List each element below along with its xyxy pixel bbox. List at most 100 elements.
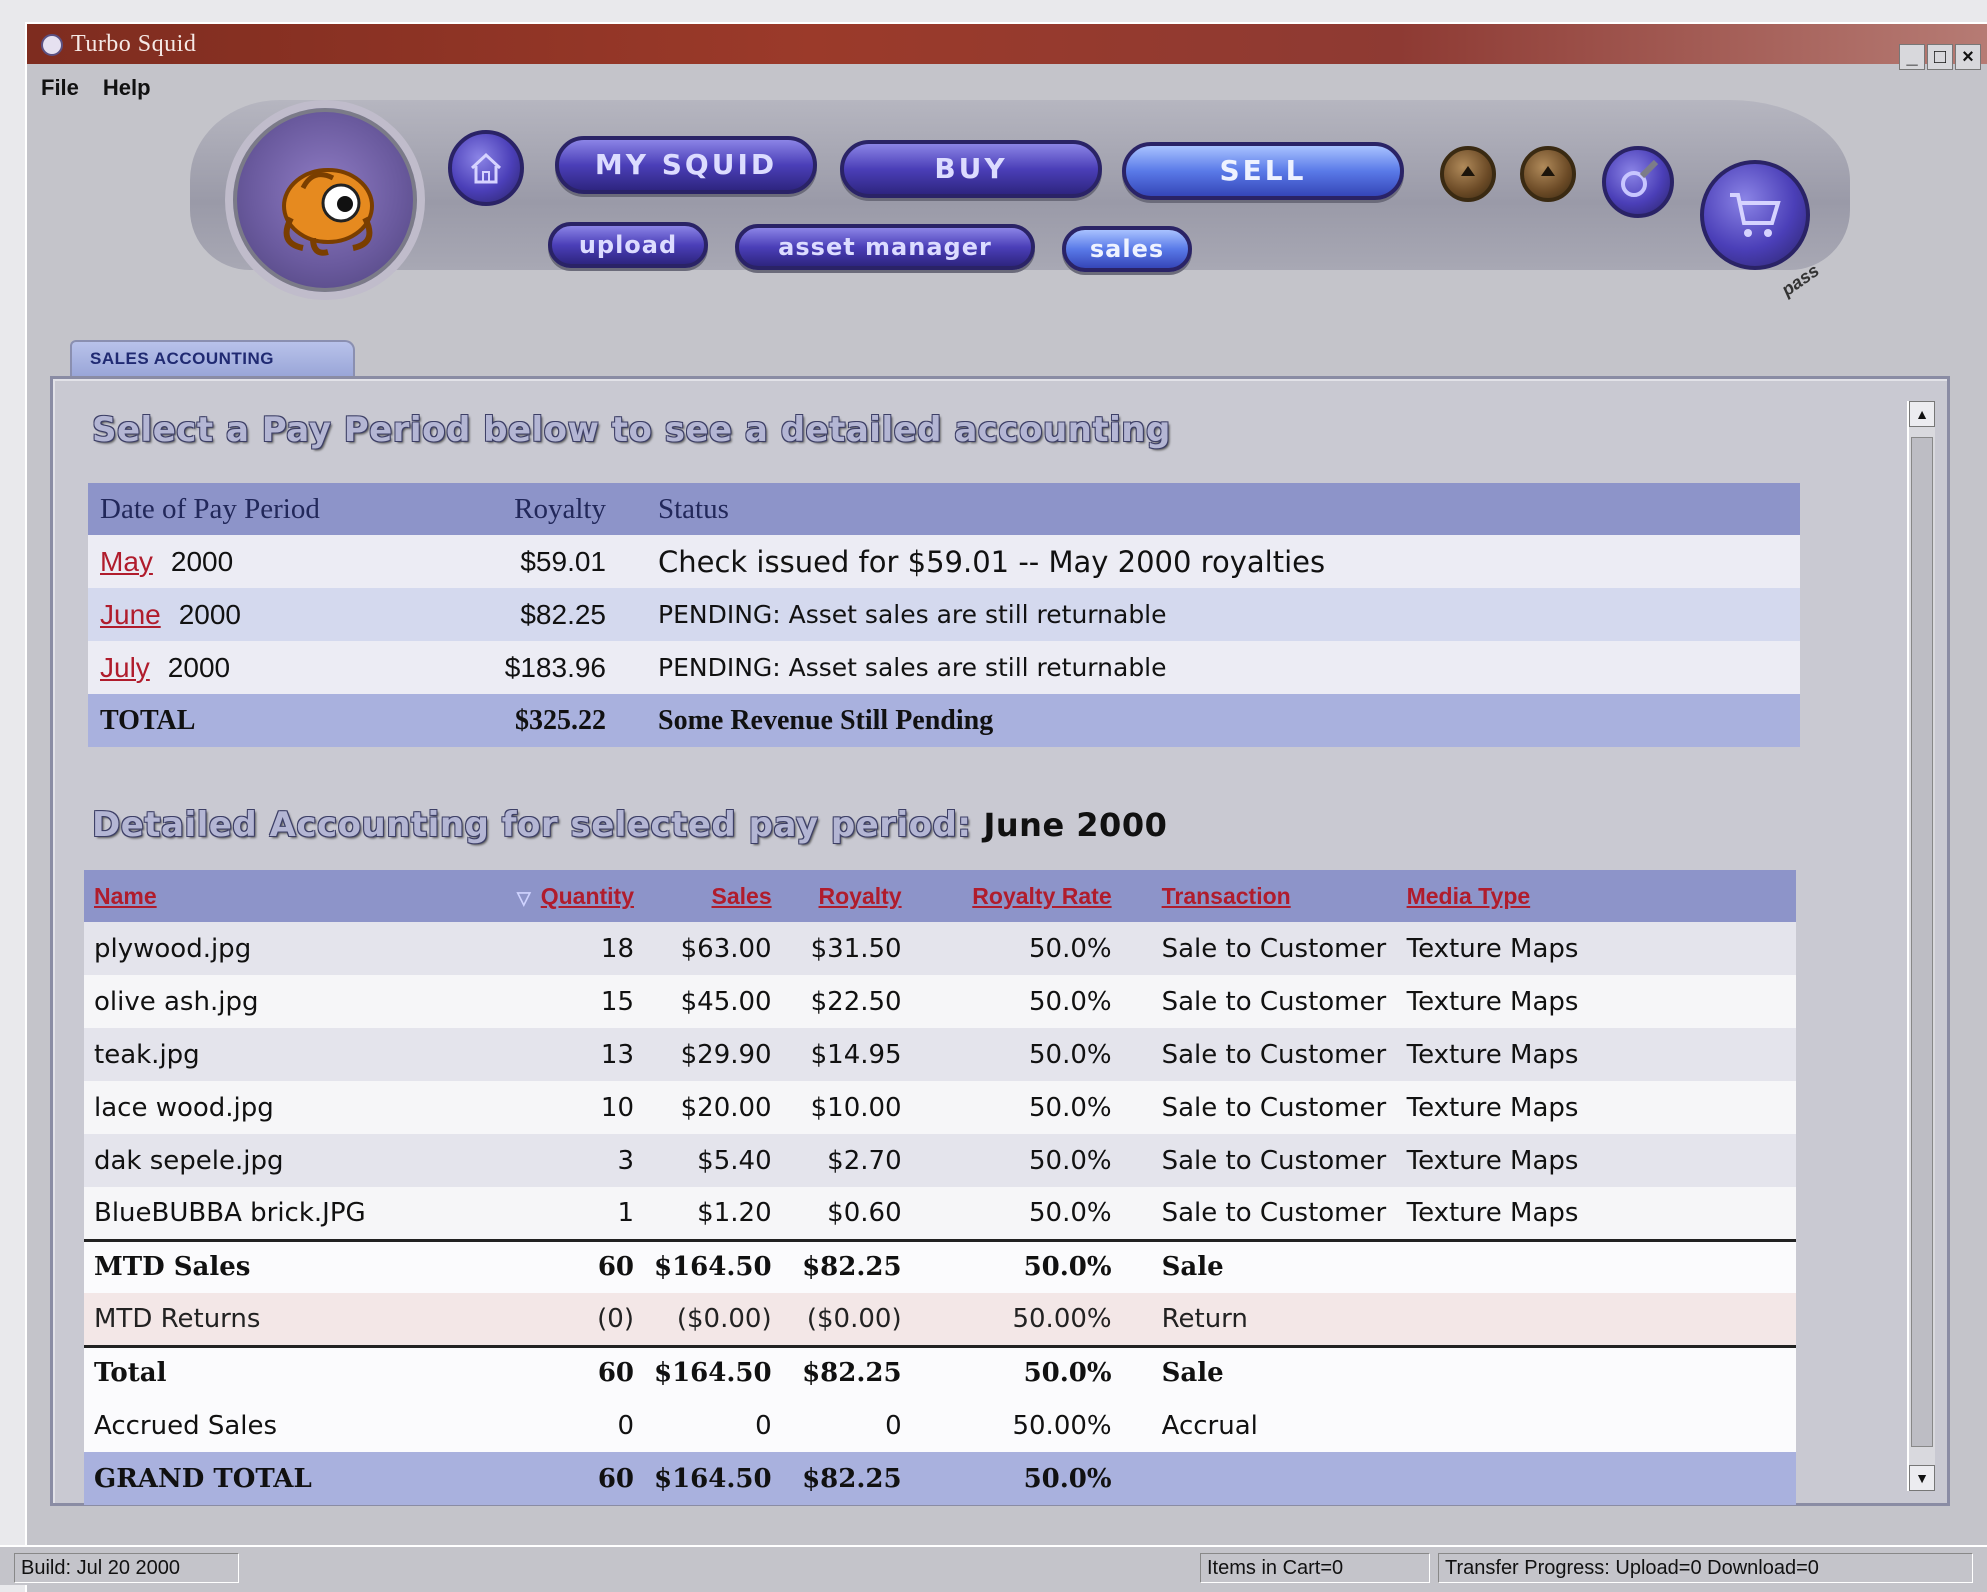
total-rate: 50.0% xyxy=(911,1344,1122,1399)
empty-cell xyxy=(1121,1452,1397,1505)
pay-period-royalty: $59.01 xyxy=(478,535,618,588)
asset-royalty-rate: 50.0% xyxy=(911,1187,1122,1240)
nav-sell-button[interactable]: SELL xyxy=(1122,142,1404,200)
title-bar[interactable]: Turbo Squid xyxy=(27,24,1987,64)
asset-media-type: Texture Maps xyxy=(1396,1187,1796,1240)
cart-count: Items in Cart=0 xyxy=(1200,1553,1430,1583)
squid-app-icon xyxy=(37,31,63,57)
sort-by-royalty-link[interactable]: Royalty xyxy=(819,883,902,909)
sort-by-quantity-link[interactable]: Quantity xyxy=(541,883,634,909)
pay-period-link-may[interactable]: May xyxy=(100,546,153,577)
nav-upload-button[interactable]: upload xyxy=(548,222,708,268)
pay-period-link-july[interactable]: July xyxy=(100,652,150,683)
mtd-returns-royalty: ($0.00) xyxy=(781,1293,912,1346)
empty-cell xyxy=(1396,1452,1796,1505)
menu-help[interactable]: Help xyxy=(103,75,151,101)
scroll-thumb[interactable] xyxy=(1911,437,1933,1447)
back-button[interactable] xyxy=(1440,146,1496,202)
asset-name: BlueBUBBA brick.JPG xyxy=(84,1187,474,1240)
nav-my-squid-button[interactable]: MY SQUID xyxy=(555,136,817,194)
asset-media-type: Texture Maps xyxy=(1396,1081,1796,1134)
column-header-date: Date of Pay Period xyxy=(88,483,478,535)
mtd-sales-rate: 50.0% xyxy=(911,1238,1122,1293)
pay-period-link-june[interactable]: June xyxy=(100,599,161,630)
asset-royalty-rate: 50.0% xyxy=(911,1134,1122,1187)
pay-period-row[interactable]: June 2000 $82.25 PENDING: Asset sales are… xyxy=(88,588,1800,641)
mtd-returns-rate: 50.00% xyxy=(911,1293,1122,1346)
menu-file[interactable]: File xyxy=(41,75,79,101)
asset-name: plywood.jpg xyxy=(84,922,474,975)
status-bar: Build: Jul 20 2000 Items in Cart=0 Trans… xyxy=(0,1545,1987,1585)
pay-period-total-label: TOTAL xyxy=(88,694,478,747)
asset-royalty: $31.50 xyxy=(781,922,912,975)
squid-mascot-icon xyxy=(282,168,374,256)
mtd-returns-label: MTD Returns xyxy=(84,1293,474,1346)
table-row[interactable]: olive ash.jpg 15 $45.00 $22.50 50.0% Sal… xyxy=(84,975,1796,1028)
pay-period-total-status: Some Revenue Still Pending xyxy=(618,694,1800,747)
grand-total-royalty: $82.25 xyxy=(781,1452,912,1505)
arrow-up-icon xyxy=(1461,166,1475,176)
asset-transaction: Sale to Customer xyxy=(1121,1134,1397,1187)
sort-by-royalty-rate-link[interactable]: Royalty Rate xyxy=(972,883,1111,909)
total-label: Total xyxy=(84,1344,474,1399)
asset-quantity: 10 xyxy=(474,1081,644,1134)
sort-by-sales-link[interactable]: Sales xyxy=(712,883,772,909)
asset-name: dak sepele.jpg xyxy=(84,1134,474,1187)
nav-asset-manager-button[interactable]: asset manager xyxy=(735,224,1035,270)
table-row[interactable]: BlueBUBBA brick.JPG 1 $1.20 $0.60 50.0% … xyxy=(84,1187,1796,1240)
sort-by-media-type-link[interactable]: Media Type xyxy=(1407,883,1531,909)
pay-period-year: 2000 xyxy=(167,651,231,683)
asset-media-type: Texture Maps xyxy=(1396,1028,1796,1081)
scroll-down-arrow-icon[interactable]: ▼ xyxy=(1909,1465,1935,1491)
pay-period-royalty: $82.25 xyxy=(478,588,618,641)
asset-quantity: 3 xyxy=(474,1134,644,1187)
search-button[interactable] xyxy=(1602,146,1674,218)
asset-name: olive ash.jpg xyxy=(84,975,474,1028)
pay-period-royalty: $183.96 xyxy=(478,641,618,694)
asset-royalty: $2.70 xyxy=(781,1134,912,1187)
pay-period-row[interactable]: May 2000 $59.01 Check issued for $59.01 -… xyxy=(88,535,1800,588)
pay-period-table: Date of Pay Period Royalty Status May 200… xyxy=(88,483,1800,747)
detail-header-row: Name ▽ Quantity Sales Royalty Royalty Rat… xyxy=(84,870,1796,922)
asset-quantity: 13 xyxy=(474,1028,644,1081)
asset-royalty-rate: 50.0% xyxy=(911,922,1122,975)
asset-quantity: 15 xyxy=(474,975,644,1028)
scroll-up-arrow-icon[interactable]: ▲ xyxy=(1909,401,1935,427)
mtd-sales-label: MTD Sales xyxy=(84,1238,474,1293)
grand-total-rate: 50.0% xyxy=(911,1452,1122,1505)
table-row[interactable]: lace wood.jpg 10 $20.00 $10.00 50.0% Sal… xyxy=(84,1081,1796,1134)
table-row[interactable]: teak.jpg 13 $29.90 $14.95 50.0% Sale to … xyxy=(84,1028,1796,1081)
total-row: Total 60 $164.50 $82.25 50.0% Sale xyxy=(84,1344,1796,1399)
empty-cell xyxy=(1396,1238,1796,1293)
shopping-cart-button[interactable] xyxy=(1700,160,1810,270)
mtd-returns-quantity: (0) xyxy=(474,1293,644,1346)
shopping-cart-icon xyxy=(1730,193,1781,237)
asset-sales: $20.00 xyxy=(644,1081,782,1134)
home-button[interactable] xyxy=(448,130,524,206)
mtd-sales-row: MTD Sales 60 $164.50 $82.25 50.0% Sale xyxy=(84,1238,1796,1293)
accrued-sales-row: Accrued Sales 0 0 0 50.00% Accrual xyxy=(84,1399,1796,1452)
mtd-returns-row: MTD Returns (0) ($0.00) ($0.00) 50.00% R… xyxy=(84,1293,1796,1346)
forward-button[interactable] xyxy=(1520,146,1576,202)
asset-royalty-rate: 50.0% xyxy=(911,975,1122,1028)
asset-transaction: Sale to Customer xyxy=(1121,975,1397,1028)
tab-sales-accounting[interactable]: SALES ACCOUNTING xyxy=(70,340,355,376)
asset-sales: $63.00 xyxy=(644,922,782,975)
grand-total-sales: $164.50 xyxy=(644,1452,782,1505)
nav-buy-button[interactable]: BUY xyxy=(840,140,1102,198)
empty-cell xyxy=(1396,1293,1796,1346)
sort-descending-icon: ▽ xyxy=(516,887,531,908)
turbo-squid-logo[interactable] xyxy=(225,100,425,300)
asset-name: teak.jpg xyxy=(84,1028,474,1081)
sort-by-transaction-link[interactable]: Transaction xyxy=(1162,883,1291,909)
nav-sales-button[interactable]: sales xyxy=(1062,226,1192,272)
sort-by-name-link[interactable]: Name xyxy=(94,883,157,909)
pay-period-row[interactable]: July 2000 $183.96 PENDING: Asset sales ar… xyxy=(88,641,1800,694)
table-row[interactable]: dak sepele.jpg 3 $5.40 $2.70 50.0% Sale … xyxy=(84,1134,1796,1187)
vertical-scrollbar[interactable]: ▲ ▼ xyxy=(1907,401,1935,1491)
window-title: Turbo Squid xyxy=(71,30,197,57)
table-row[interactable]: plywood.jpg 18 $63.00 $31.50 50.0% Sale … xyxy=(84,922,1796,975)
mtd-sales-sales: $164.50 xyxy=(644,1238,782,1293)
asset-transaction: Sale to Customer xyxy=(1121,1187,1397,1240)
accrued-quantity: 0 xyxy=(474,1399,644,1452)
